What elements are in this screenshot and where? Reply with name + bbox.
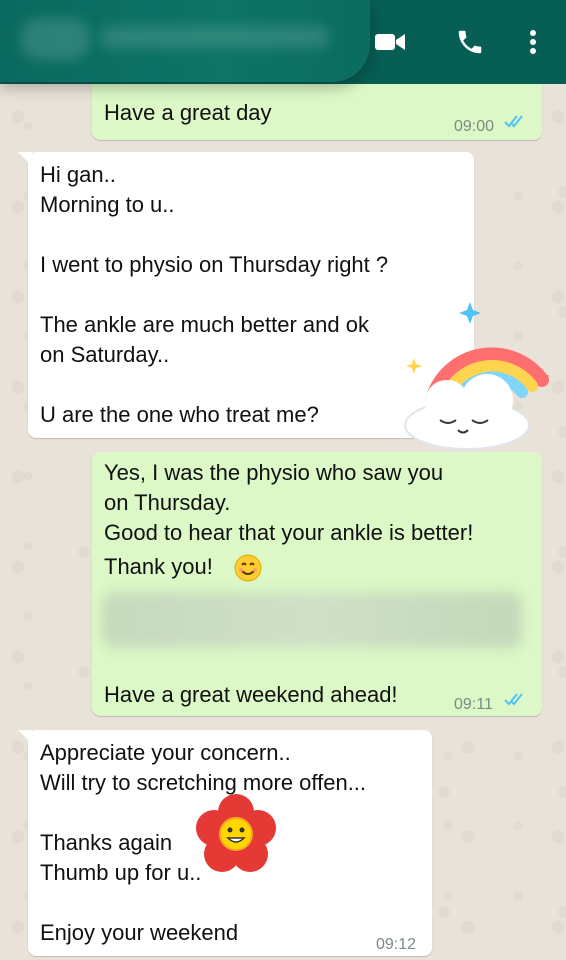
message-text: Appreciate your concern..	[40, 740, 291, 765]
smiling-face-emoji-icon	[234, 554, 262, 582]
message-text: I went to physio on Thursday right ?	[40, 252, 389, 277]
message-bubble-outgoing[interactable]: Yes, I was the physio who saw you on Thu…	[92, 452, 542, 716]
message-text: Thumb up for u..	[40, 860, 202, 885]
message-text: Good to hear that your ankle is better!	[104, 520, 474, 545]
message-text: Hi gan..	[40, 162, 116, 187]
message-time: 09:12	[376, 936, 417, 953]
message-text: Have a great day	[104, 100, 272, 125]
rainbow-cloud-sticker	[404, 302, 550, 450]
message-text: Have a great weekend ahead!	[104, 682, 398, 707]
video-call-button[interactable]	[372, 24, 408, 60]
more-vert-icon	[530, 30, 536, 54]
message-text: Enjoy your weekend	[40, 920, 239, 945]
message-text: The ankle are much better and ok	[40, 312, 369, 337]
blurred-text-region	[102, 592, 522, 648]
voice-call-button[interactable]	[452, 24, 488, 60]
message-text: Thanks again	[40, 830, 173, 855]
message-text: on Saturday..	[40, 342, 170, 367]
contact-name[interactable]	[100, 26, 330, 48]
message-text: Morning to u..	[40, 192, 175, 217]
red-flower-smiley-sticker	[196, 794, 276, 872]
message-text: U are the one who treat me?	[40, 402, 319, 427]
avatar[interactable]	[20, 18, 90, 60]
chat-header	[0, 0, 566, 84]
message-text: Yes, I was the physio who saw you	[104, 460, 444, 485]
contact-info-blurred[interactable]	[0, 0, 370, 82]
more-options-button[interactable]	[515, 24, 551, 60]
bubble-tail	[18, 152, 32, 166]
read-ticks-icon	[504, 693, 523, 706]
message-text: on Thursday.	[104, 490, 231, 515]
phone-icon	[458, 30, 482, 54]
message-time: 09:00	[454, 118, 495, 135]
message-text: Thank you!	[104, 554, 213, 579]
message-time: 09:11	[454, 696, 493, 713]
bubble-tail	[18, 730, 32, 744]
video-camera-icon	[375, 34, 405, 50]
read-ticks-icon	[504, 115, 523, 128]
